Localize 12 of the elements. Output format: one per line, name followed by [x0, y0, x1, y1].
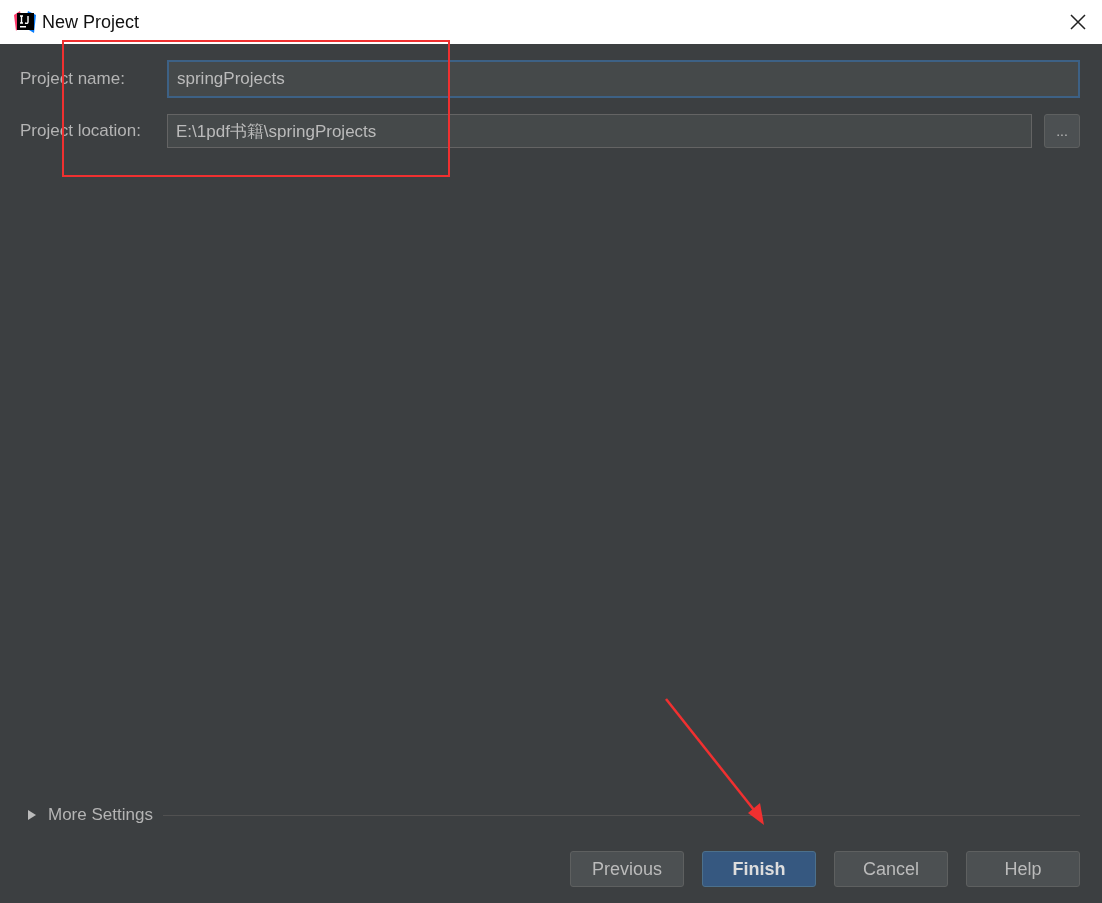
browse-button[interactable]: ...: [1044, 114, 1080, 148]
dialog-button[interactable]: Cancel: [834, 851, 948, 887]
text-field[interactable]: E:\1pdf书籍\springProjects: [167, 114, 1032, 148]
close-icon[interactable]: [1070, 14, 1086, 30]
text-field[interactable]: springProjects: [167, 60, 1080, 98]
dialog-button[interactable]: Previous: [570, 851, 684, 887]
app-logo-icon: [14, 11, 36, 33]
window-title: New Project: [42, 11, 140, 33]
triangle-icon: [28, 810, 36, 820]
more-settings-toggle[interactable]: More Settings: [28, 805, 153, 825]
dialog-button[interactable]: Help: [966, 851, 1080, 887]
dialog-button[interactable]: Finish: [702, 851, 816, 887]
